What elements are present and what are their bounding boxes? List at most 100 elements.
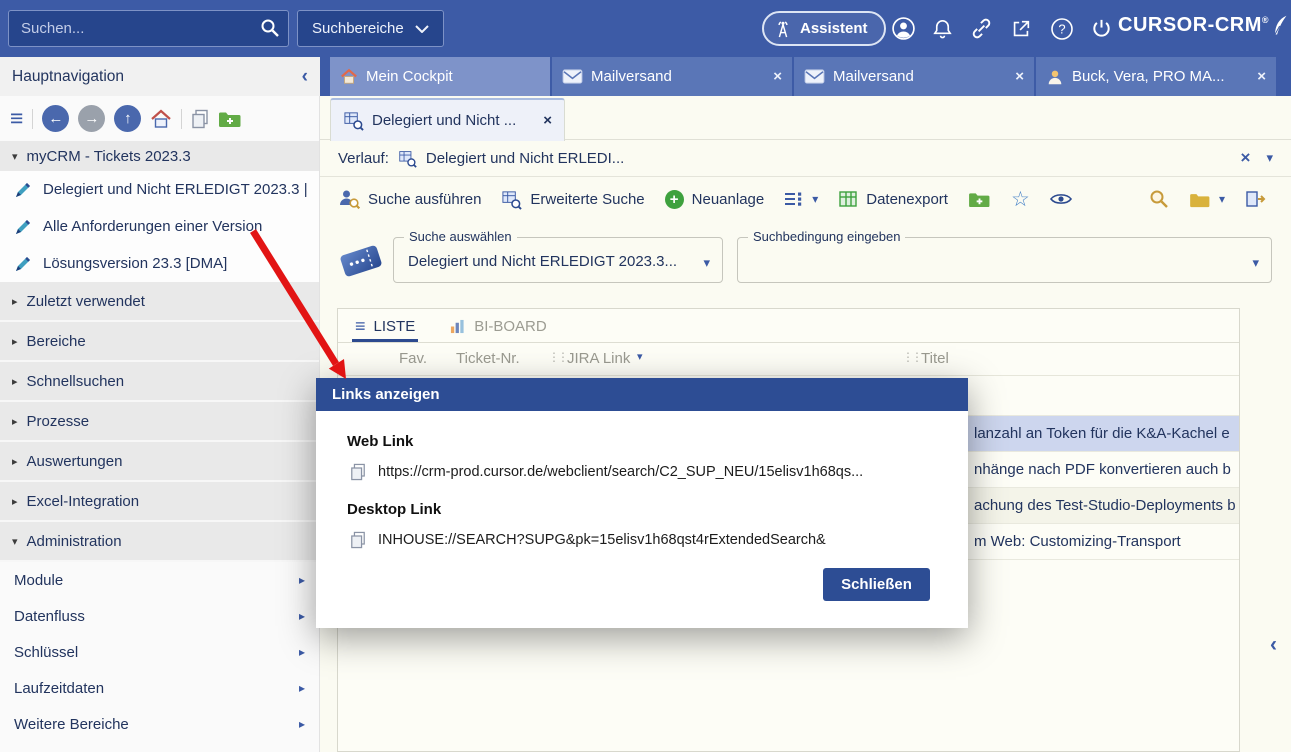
sidebar-item-alle-anforderungen[interactable]: Alle Anforderungen einer Version [0, 208, 319, 245]
verlauf-value[interactable]: Delegiert und Nicht ERLEDI... [426, 150, 624, 167]
chevron-down-icon: ▾ [812, 192, 818, 206]
sidebar-group-schnellsuchen[interactable]: ▸ Schnellsuchen [0, 362, 319, 402]
close-icon[interactable]: × [539, 112, 552, 129]
datenexport-button[interactable]: Datenexport [838, 189, 948, 209]
nav-panel-header: Hauptnavigation ‹ [0, 57, 320, 96]
button-label: Neuanlage [692, 191, 765, 208]
sub-tab-strip: Delegiert und Nicht ... × [320, 96, 1291, 140]
web-link-label: Web Link [347, 433, 413, 450]
extended-search-button[interactable]: Erweiterte Suche [501, 189, 644, 210]
drag-handle-icon[interactable]: ⋮⋮ [548, 350, 566, 364]
user-account-icon[interactable] [890, 15, 917, 42]
search-input[interactable] [8, 10, 289, 47]
home-button[interactable] [150, 109, 172, 129]
chevron-right-icon: ▸ [299, 717, 305, 731]
tab-label: Mailversand [833, 68, 1003, 85]
new-folder-button[interactable] [218, 109, 242, 128]
sidebar-item-datenfluss[interactable]: Datenfluss ▸ [0, 598, 319, 634]
chevron-down-icon: ▾ [12, 150, 18, 163]
sidebar-group-administration[interactable]: ▾ Administration [0, 522, 319, 562]
sidebar-group-bereiche[interactable]: ▸ Bereiche [0, 322, 319, 362]
button-label: Datenexport [866, 191, 948, 208]
close-icon[interactable]: × [769, 68, 782, 85]
chevron-right-icon: ▸ [12, 295, 18, 308]
brand-registered-mark: ® [1262, 15, 1269, 25]
subtab-delegiert[interactable]: Delegiert und Nicht ... × [330, 98, 565, 141]
column-fav[interactable]: Fav. [399, 350, 427, 367]
assistent-button[interactable]: Assistent [762, 11, 886, 46]
tab-buck-vera[interactable]: Buck, Vera, PRO MA... × [1036, 57, 1276, 96]
sidebar-item-laufzeitdaten[interactable]: Laufzeitdaten ▸ [0, 670, 319, 706]
menu-icon[interactable]: ≡ [10, 107, 23, 130]
group-label: myCRM - Tickets 2023.3 [27, 148, 191, 165]
sidebar-group-auswertungen[interactable]: ▸ Auswertungen [0, 442, 319, 482]
search-select-dropdown[interactable]: Suche auswählen Delegiert und Nicht ERLE… [393, 237, 723, 283]
add-to-folder-button[interactable] [968, 190, 991, 208]
tab-liste[interactable]: ≡ LISTE [352, 311, 418, 342]
history-dropdown-icon[interactable]: ▾ [1266, 150, 1273, 166]
chevron-down-icon [415, 25, 429, 33]
neuanlage-button[interactable]: + Neuanlage [665, 190, 765, 209]
schliessen-button[interactable]: Schließen [823, 568, 930, 601]
help-icon[interactable]: ? [1048, 15, 1075, 42]
desktop-link-row: INHOUSE://SEARCH?SUPG&pk=15elisv1h68qst4… [350, 531, 826, 549]
back-button[interactable]: ← [42, 105, 69, 132]
chevron-down-icon[interactable]: ▾ [703, 255, 710, 271]
column-filter-icon[interactable]: ▾ [637, 350, 643, 363]
run-search-button[interactable]: Suche ausführen [338, 188, 481, 210]
search-icon[interactable] [260, 18, 280, 38]
collapse-right-panel-icon[interactable]: ‹ [1270, 633, 1277, 657]
search-shortcut-icon [13, 217, 33, 237]
mail-icon [804, 68, 825, 85]
copy-icon[interactable] [350, 531, 366, 549]
search-condition-dropdown[interactable]: Suchbedingung eingeben ▾ [737, 237, 1272, 283]
action-toolbar: Suche ausführen Erweiterte Suche + Neuan… [320, 177, 1291, 221]
link-icon[interactable] [968, 15, 995, 42]
column-jira-link[interactable]: JIRA Link [567, 350, 630, 367]
button-label: Suche ausführen [368, 191, 481, 208]
favorite-star-button[interactable]: ☆ [1011, 189, 1030, 210]
chevron-down-icon[interactable]: ▾ [1252, 255, 1259, 271]
logout-power-icon[interactable] [1088, 15, 1115, 42]
tab-mailversand-1[interactable]: Mailversand × [552, 57, 792, 96]
sidebar-item-schluessel[interactable]: Schlüssel ▸ [0, 634, 319, 670]
tab-mein-cockpit[interactable]: Mein Cockpit [330, 57, 550, 96]
chevron-right-icon: ▸ [12, 335, 18, 348]
column-ticket-nr[interactable]: Ticket-Nr. [456, 350, 520, 367]
clear-history-icon[interactable]: × [1241, 148, 1251, 168]
chevron-right-icon: ▸ [299, 681, 305, 695]
copy-icon[interactable] [350, 463, 366, 481]
watch-eye-button[interactable] [1050, 192, 1072, 206]
sidebar-item-weitere-bereiche[interactable]: Weitere Bereiche ▸ [0, 706, 319, 742]
chevron-right-icon: ▸ [12, 495, 18, 508]
quick-search-button[interactable] [1149, 189, 1169, 209]
copy-button[interactable] [191, 109, 209, 129]
sidebar-item-module[interactable]: Module ▸ [0, 562, 319, 598]
item-label: Laufzeitdaten [14, 680, 104, 697]
drag-handle-icon[interactable]: ⋮⋮ [902, 350, 920, 364]
folder-dropdown-button[interactable]: ▾ [1189, 191, 1225, 208]
view-options-button[interactable]: ▾ [784, 191, 818, 207]
column-titel[interactable]: Titel [921, 350, 949, 367]
web-link-row: https://crm-prod.cursor.de/webclient/sea… [350, 463, 863, 481]
collapse-sidebar-icon[interactable]: ‹ [302, 66, 308, 88]
item-label: Module [14, 572, 63, 589]
sidebar-group-zuletzt-verwendet[interactable]: ▸ Zuletzt verwendet [0, 282, 319, 322]
tab-bi-board[interactable]: BI-BOARD [446, 312, 550, 342]
forward-button[interactable]: → [78, 105, 105, 132]
close-icon[interactable]: × [1253, 68, 1266, 85]
sidebar-item-loesungsversion[interactable]: Lösungsversion 23.3 [DMA] [0, 245, 319, 282]
sidebar-group-excel-integration[interactable]: ▸ Excel-Integration [0, 482, 319, 522]
up-button[interactable]: ↑ [114, 105, 141, 132]
open-external-icon[interactable] [1007, 15, 1034, 42]
export-record-button[interactable] [1245, 190, 1267, 208]
sidebar-item-delegiert[interactable]: Delegiert und Nicht ERLEDIGT 2023.3 | [0, 171, 319, 208]
button-label: Erweiterte Suche [530, 191, 644, 208]
sidebar-group-prozesse[interactable]: ▸ Prozesse [0, 402, 319, 442]
tab-mailversand-2[interactable]: Mailversand × [794, 57, 1034, 96]
close-icon[interactable]: × [1011, 68, 1024, 85]
notifications-bell-icon[interactable] [929, 15, 956, 42]
sidebar-group-mycrm[interactable]: ▾ myCRM - Tickets 2023.3 [0, 141, 319, 171]
chevron-right-icon: ▸ [12, 415, 18, 428]
suchbereiche-dropdown[interactable]: Suchbereiche [297, 10, 444, 47]
